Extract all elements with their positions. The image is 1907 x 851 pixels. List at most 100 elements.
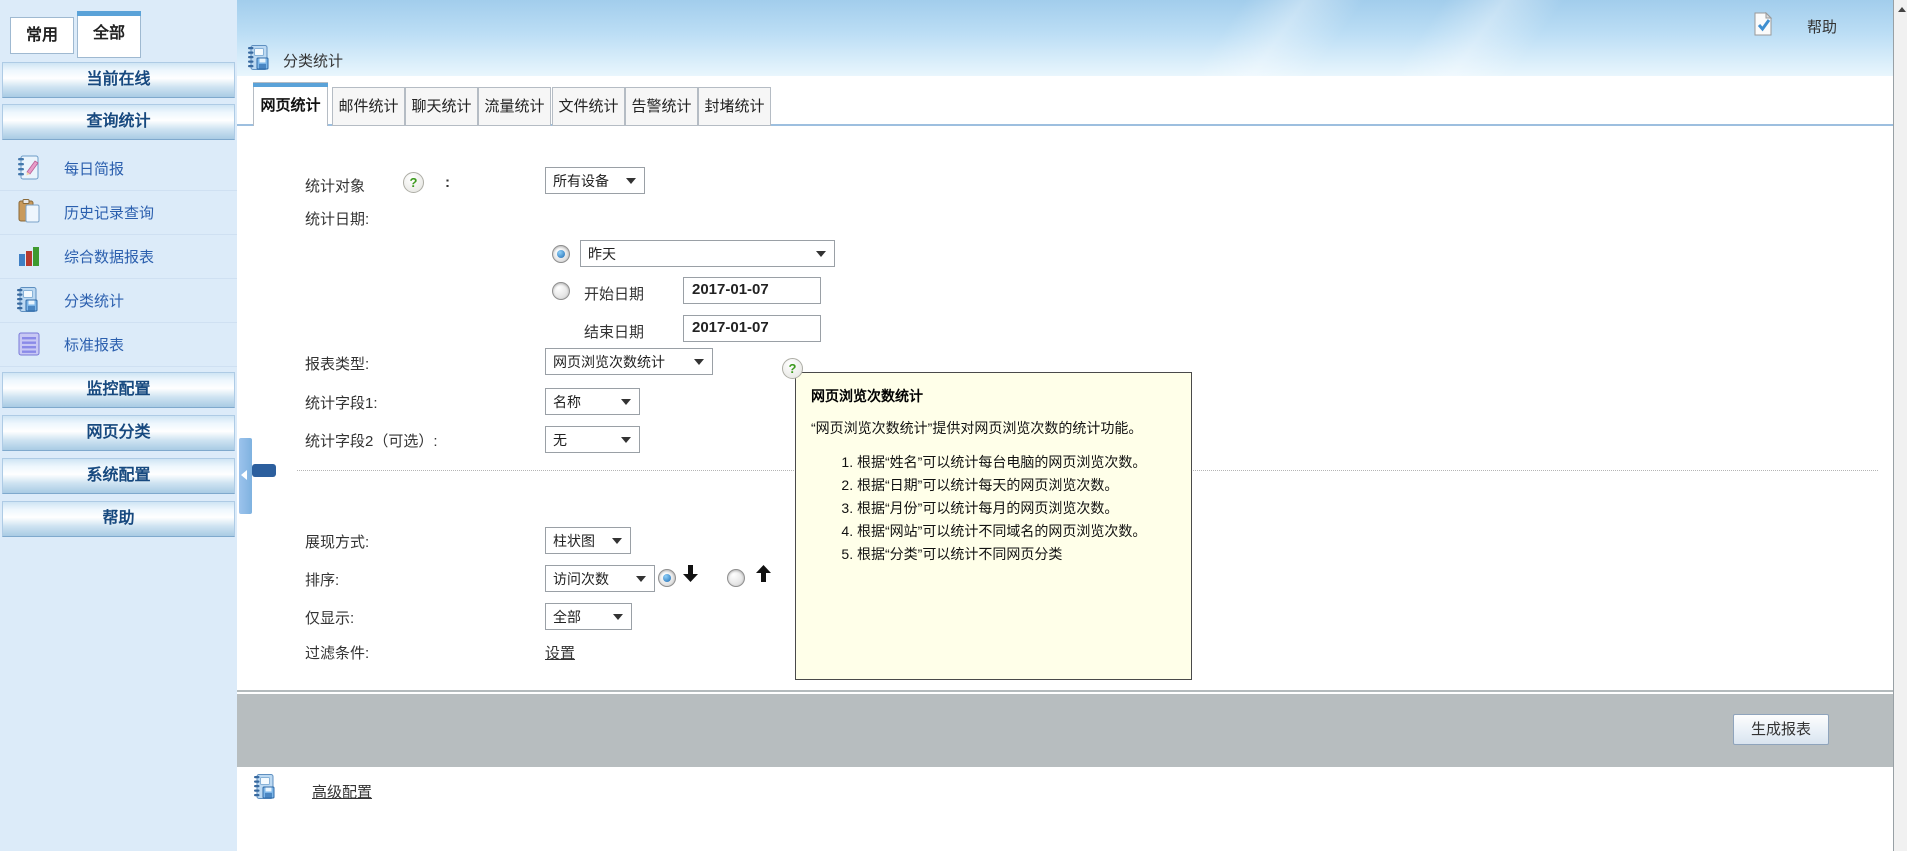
stat-object-label: 统计对象: [305, 175, 365, 196]
stat-object-colon: :: [445, 174, 450, 191]
tab-label: 网页统计: [260, 97, 320, 114]
select-value: 访问次数: [553, 569, 609, 589]
field2-select[interactable]: 无: [545, 426, 640, 453]
question-icon[interactable]: ?: [403, 172, 424, 193]
select-value: 无: [553, 430, 567, 450]
sort-label: 排序:: [305, 569, 339, 590]
sidebar-section-query-stats[interactable]: 查询统计: [2, 104, 235, 140]
chevron-down-icon: [636, 576, 646, 582]
bar-chart-icon: [16, 242, 42, 270]
sidebar-item-category-stats[interactable]: 分类统计: [0, 278, 237, 323]
banner-streak: [1382, 0, 1572, 76]
input-value: 2017-01-07: [692, 319, 769, 336]
start-date-input[interactable]: 2017-01-07: [683, 277, 821, 304]
sidebar-section-monitor-config[interactable]: 监控配置: [2, 372, 235, 408]
section-label: 帮助: [102, 510, 134, 527]
tab-label: 流量统计: [484, 98, 544, 115]
vertical-scrollbar[interactable]: [1893, 0, 1907, 851]
date-range-radio[interactable]: [552, 282, 570, 300]
sidebar-section-online[interactable]: 当前在线: [2, 62, 235, 98]
daily-report-icon: [16, 154, 42, 182]
history-clipboard-icon: [16, 198, 42, 226]
tab-alarm-stats[interactable]: 告警统计: [625, 87, 698, 126]
tab-web-stats[interactable]: 网页统计: [253, 82, 328, 126]
generate-report-button[interactable]: 生成报表: [1733, 714, 1829, 745]
tab-label: 邮件统计: [338, 98, 398, 115]
chevron-down-icon: [613, 614, 623, 620]
app-window: 常用 全部 当前在线 查询统计 每日简报 历史记录查询 综合数据报表: [0, 0, 1907, 851]
sidebar-item-history-query[interactable]: 历史记录查询: [0, 190, 237, 235]
sidebar-tab-all-label: 全部: [93, 25, 125, 42]
sidebar-section-help[interactable]: 帮助: [2, 501, 235, 537]
select-value: 柱状图: [553, 531, 595, 551]
active-tab-bar: [253, 83, 328, 87]
display-mode-label: 展现方式:: [305, 531, 369, 552]
select-value: 所有设备: [553, 171, 609, 191]
tooltip-item: 根据“日期”可以统计每天的网页浏览次数。: [857, 476, 1176, 495]
sidebar: 常用 全部 当前在线 查询统计 每日简报 历史记录查询 综合数据报表: [0, 0, 237, 851]
section-label: 网页分类: [86, 424, 150, 441]
tab-chat-stats[interactable]: 聊天统计: [405, 87, 478, 126]
filter-settings-link[interactable]: 设置: [545, 642, 575, 663]
sidebar-item-data-report[interactable]: 综合数据报表: [0, 234, 237, 279]
advanced-config-link[interactable]: 高级配置: [312, 781, 372, 802]
select-value: 昨天: [588, 244, 616, 264]
sidebar-item-standard-report[interactable]: 标准报表: [0, 322, 237, 367]
section-label: 当前在线: [86, 71, 150, 88]
help-doc-icon[interactable]: [1753, 12, 1773, 36]
sidebar-tab-common[interactable]: 常用: [10, 17, 74, 54]
sort-desc-radio[interactable]: [658, 569, 676, 587]
field1-select[interactable]: 名称: [545, 388, 640, 415]
tooltip-item: 根据“分类”可以统计不同网页分类: [857, 545, 1176, 564]
sidebar-item-daily-report[interactable]: 每日简报: [0, 146, 237, 191]
sidebar-item-label: 标准报表: [64, 334, 124, 355]
start-date-label: 开始日期: [584, 283, 644, 304]
sidebar-splitter[interactable]: [239, 438, 252, 514]
sidebar-item-label: 每日简报: [64, 158, 124, 179]
tooltip-item: 根据“月份”可以统计每月的网页浏览次数。: [857, 499, 1176, 518]
end-date-input[interactable]: 2017-01-07: [683, 315, 821, 342]
tab-label: 封堵统计: [704, 98, 764, 115]
select-value: 全部: [553, 607, 581, 627]
sidebar-item-label: 历史记录查询: [64, 202, 154, 223]
tooltip-list: 根据“姓名”可以统计每台电脑的网页浏览次数。 根据“日期”可以统计每天的网页浏览…: [811, 453, 1176, 563]
tab-block-stats[interactable]: 封堵统计: [698, 87, 771, 126]
only-show-select[interactable]: 全部: [545, 603, 632, 630]
tab-label: 聊天统计: [411, 98, 471, 115]
tab-mail-stats[interactable]: 邮件统计: [332, 87, 405, 126]
standard-report-icon: [16, 330, 42, 358]
active-tab-bar: [77, 11, 141, 16]
help-link[interactable]: 帮助: [1807, 16, 1837, 37]
tab-file-stats[interactable]: 文件统计: [552, 87, 625, 126]
sidebar-section-system-config[interactable]: 系统配置: [2, 458, 235, 494]
sort-select[interactable]: 访问次数: [545, 565, 655, 592]
quick-date-select[interactable]: 昨天: [580, 240, 835, 267]
banner-streak: [1182, 0, 1372, 76]
display-mode-select[interactable]: 柱状图: [545, 527, 631, 554]
sort-asc-radio[interactable]: [727, 569, 745, 587]
chevron-down-icon: [626, 178, 636, 184]
tab-label: 文件统计: [558, 98, 618, 115]
filter-label: 过滤条件:: [305, 642, 369, 663]
report-type-label: 报表类型:: [305, 353, 369, 374]
tooltip-title: 网页浏览次数统计: [811, 386, 1176, 406]
header-banner: 分类统计 帮助: [237, 0, 1893, 76]
sidebar-section-web-category[interactable]: 网页分类: [2, 415, 235, 451]
sidebar-tab-all[interactable]: 全部: [77, 11, 141, 58]
main-panel: 分类统计 帮助 网页统计 邮件统计 聊天统计 流量统计 文件统计 告警统计 封堵…: [237, 0, 1893, 851]
quick-date-radio[interactable]: [552, 245, 570, 263]
select-value: 网页浏览次数统计: [553, 352, 665, 372]
question-icon[interactable]: ?: [782, 358, 803, 379]
end-date-label: 结束日期: [584, 321, 644, 342]
sidebar-item-label: 综合数据报表: [64, 246, 154, 267]
chevron-down-icon: [816, 251, 826, 257]
field1-label: 统计字段1:: [305, 392, 378, 413]
tooltip-item: 根据“姓名”可以统计每台电脑的网页浏览次数。: [857, 453, 1176, 472]
arrow-up-icon: [755, 564, 772, 583]
report-type-select[interactable]: 网页浏览次数统计: [545, 348, 713, 375]
stat-object-select[interactable]: 所有设备: [545, 167, 645, 194]
tab-traffic-stats[interactable]: 流量统计: [478, 87, 551, 126]
sidebar-tab-common-label: 常用: [26, 27, 58, 44]
chevron-down-icon: [621, 399, 631, 405]
splitter-grip[interactable]: [252, 464, 276, 477]
